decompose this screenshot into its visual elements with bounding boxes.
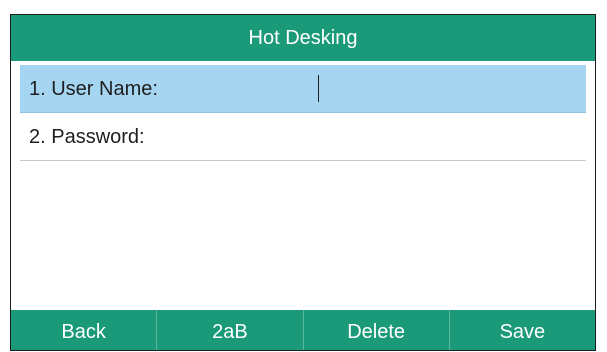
- screen-title: Hot Desking: [11, 15, 595, 61]
- save-softkey[interactable]: Save: [448, 310, 595, 350]
- password-field[interactable]: 2. Password:: [20, 113, 586, 161]
- user-name-label: 1. User Name:: [29, 78, 158, 100]
- input-mode-softkey[interactable]: 2aB: [156, 310, 302, 350]
- password-label: 2. Password:: [29, 126, 145, 148]
- delete-softkey[interactable]: Delete: [302, 310, 449, 350]
- text-cursor: [318, 75, 319, 102]
- phone-screen: Hot Desking 1. User Name: 2. Password: B…: [10, 14, 596, 351]
- softkey-bar: Back 2aB Delete Save: [11, 310, 595, 350]
- user-name-field[interactable]: 1. User Name:: [20, 65, 586, 113]
- back-softkey[interactable]: Back: [11, 310, 156, 350]
